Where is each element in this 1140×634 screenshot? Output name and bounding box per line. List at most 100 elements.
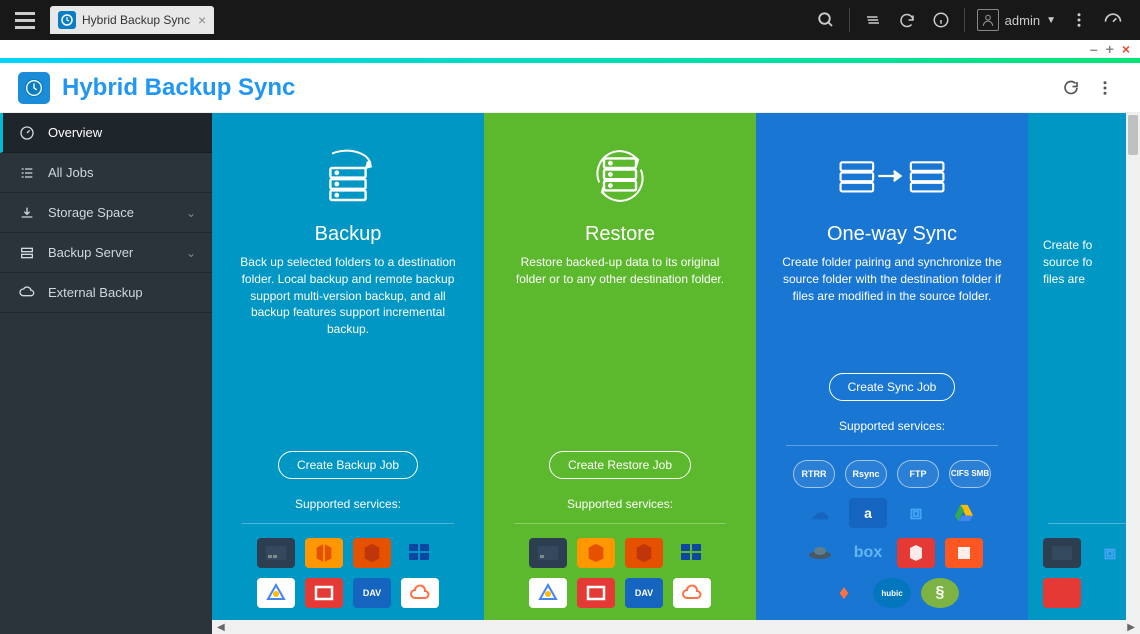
card-title: Backup: [232, 223, 464, 246]
card-description: Create folder pairing and synchronize th…: [776, 254, 1008, 304]
card-description: Restore backed-up data to its original f…: [504, 254, 736, 288]
backblaze-icon: ♦: [825, 578, 863, 608]
google-drive-icon: [945, 498, 983, 528]
cloud-icon: [401, 578, 439, 608]
server-icon: [16, 245, 38, 261]
sidebar-item-label: All Jobs: [48, 165, 94, 180]
supported-label: Supported services:: [504, 497, 736, 511]
supported-label: Supported services:: [776, 419, 1008, 433]
user-label: admin: [1005, 13, 1040, 28]
service-icons: DAV: [232, 530, 464, 608]
sidebar-item-backup-server[interactable]: Backup Server ⌄: [0, 233, 212, 273]
user-menu[interactable]: admin ▼: [971, 9, 1062, 31]
sidebar-item-label: Overview: [48, 125, 102, 140]
card-title: One-way Sync: [776, 223, 1008, 246]
cloud-icon: [673, 578, 711, 608]
yandex-icon: [801, 538, 839, 568]
sidebar-item-label: External Backup: [48, 285, 143, 300]
more-vertical-icon[interactable]: [1062, 3, 1096, 37]
ftp-pill: FTP: [897, 460, 939, 488]
cloud-sync-icon[interactable]: [890, 3, 924, 37]
nas-icon: [257, 538, 295, 568]
sidebar-item-all-jobs[interactable]: All Jobs: [0, 153, 212, 193]
close-button[interactable]: ×: [1122, 41, 1130, 57]
sidebar-item-label: Backup Server: [48, 245, 133, 260]
sidebar: Overview All Jobs Storage Space ⌄ Backup…: [0, 113, 212, 634]
tab-label: Hybrid Backup Sync: [82, 13, 190, 27]
webdav-icon: DAV: [353, 578, 391, 608]
refresh-icon[interactable]: [1054, 71, 1088, 105]
download-icon: [16, 205, 38, 221]
aws-glacier-icon: [353, 538, 391, 568]
service-icon: [1043, 578, 1081, 608]
close-icon[interactable]: ×: [198, 12, 206, 28]
more-vertical-icon[interactable]: [1088, 71, 1122, 105]
service-icons: ⧈: [1038, 530, 1140, 608]
supported-label: Supported services:: [232, 497, 464, 511]
card-restore: Restore Restore backed-up data to its or…: [484, 113, 756, 623]
webdav-icon: DAV: [625, 578, 663, 608]
tab-app-icon: [58, 11, 76, 29]
amazon-drive-icon: a: [849, 498, 887, 528]
stack-icon[interactable]: [856, 3, 890, 37]
sidebar-item-overview[interactable]: Overview: [0, 113, 212, 153]
rsync-pill: Rsync: [845, 460, 887, 488]
scroll-right-arrow[interactable]: ▶: [1124, 622, 1138, 633]
onedrive-icon: ☁: [801, 498, 839, 528]
hubic-icon: hubic: [873, 578, 911, 608]
openstack-icon: [577, 578, 615, 608]
create-restore-job-button[interactable]: Create Restore Job: [549, 451, 691, 479]
azure-icon: [673, 538, 711, 568]
partial-icon: [1038, 138, 1140, 213]
card-description: Create fo source fo files are: [1038, 237, 1140, 287]
dashboard-gauge-icon[interactable]: [1096, 3, 1130, 37]
cifs-smb-pill: CIFS SMB: [949, 460, 991, 488]
app-logo-icon: [18, 72, 50, 104]
minimize-button[interactable]: –: [1090, 41, 1098, 57]
content-area: Backup Back up selected folders to a des…: [212, 113, 1140, 634]
google-cloud-icon: [257, 578, 295, 608]
backup-stack-icon: [232, 138, 464, 213]
service-icons: DAV: [504, 530, 736, 608]
app-header: Hybrid Backup Sync: [0, 63, 1140, 113]
openstack-icon: [305, 578, 343, 608]
card-partial: Create fo source fo files are ⧈: [1028, 113, 1140, 623]
service-red2-icon: [945, 538, 983, 568]
search-icon[interactable]: [809, 3, 843, 37]
sidebar-item-external-backup[interactable]: External Backup: [0, 273, 212, 313]
create-backup-job-button[interactable]: Create Backup Job: [278, 451, 418, 479]
box-icon: box: [849, 538, 887, 568]
user-avatar-icon: [977, 9, 999, 31]
vertical-scrollbar[interactable]: [1126, 113, 1140, 620]
sugarsync-icon: §: [921, 578, 959, 608]
gauge-icon: [16, 125, 38, 141]
sync-stack-icon: [776, 138, 1008, 213]
restore-stack-icon: [504, 138, 736, 213]
sidebar-item-storage-space[interactable]: Storage Space ⌄: [0, 193, 212, 233]
maximize-button[interactable]: +: [1106, 41, 1114, 57]
card-title: Restore: [504, 223, 736, 246]
google-cloud-icon: [529, 578, 567, 608]
aws-glacier-icon: [625, 538, 663, 568]
rtrr-pill: RTRR: [793, 460, 835, 488]
app-tab[interactable]: Hybrid Backup Sync ×: [50, 6, 214, 34]
aws-s3-icon: [577, 538, 615, 568]
sidebar-item-label: Storage Space: [48, 205, 134, 220]
nas-icon: [1043, 538, 1081, 568]
horizontal-scrollbar[interactable]: ◀ ▶: [212, 620, 1140, 634]
dropbox-icon: ⧈: [897, 498, 935, 528]
info-icon[interactable]: [924, 3, 958, 37]
aws-s3-icon: [305, 538, 343, 568]
chevron-down-icon: ⌄: [186, 206, 196, 220]
system-topbar: Hybrid Backup Sync × admin ▼: [0, 0, 1140, 40]
azure-icon: [401, 538, 439, 568]
list-icon: [16, 165, 38, 181]
create-sync-job-button[interactable]: Create Sync Job: [829, 373, 956, 401]
scroll-left-arrow[interactable]: ◀: [214, 622, 228, 633]
card-description: Back up selected folders to a destinatio…: [232, 254, 464, 338]
menu-hamburger-icon[interactable]: [10, 7, 40, 34]
service-red1-icon: [897, 538, 935, 568]
service-icons: RTRR Rsync FTP CIFS SMB ☁ a ⧈ box ♦ hubi…: [776, 452, 1008, 608]
cloud-upload-icon: [16, 285, 38, 301]
window-control-bar: – + ×: [0, 40, 1140, 58]
